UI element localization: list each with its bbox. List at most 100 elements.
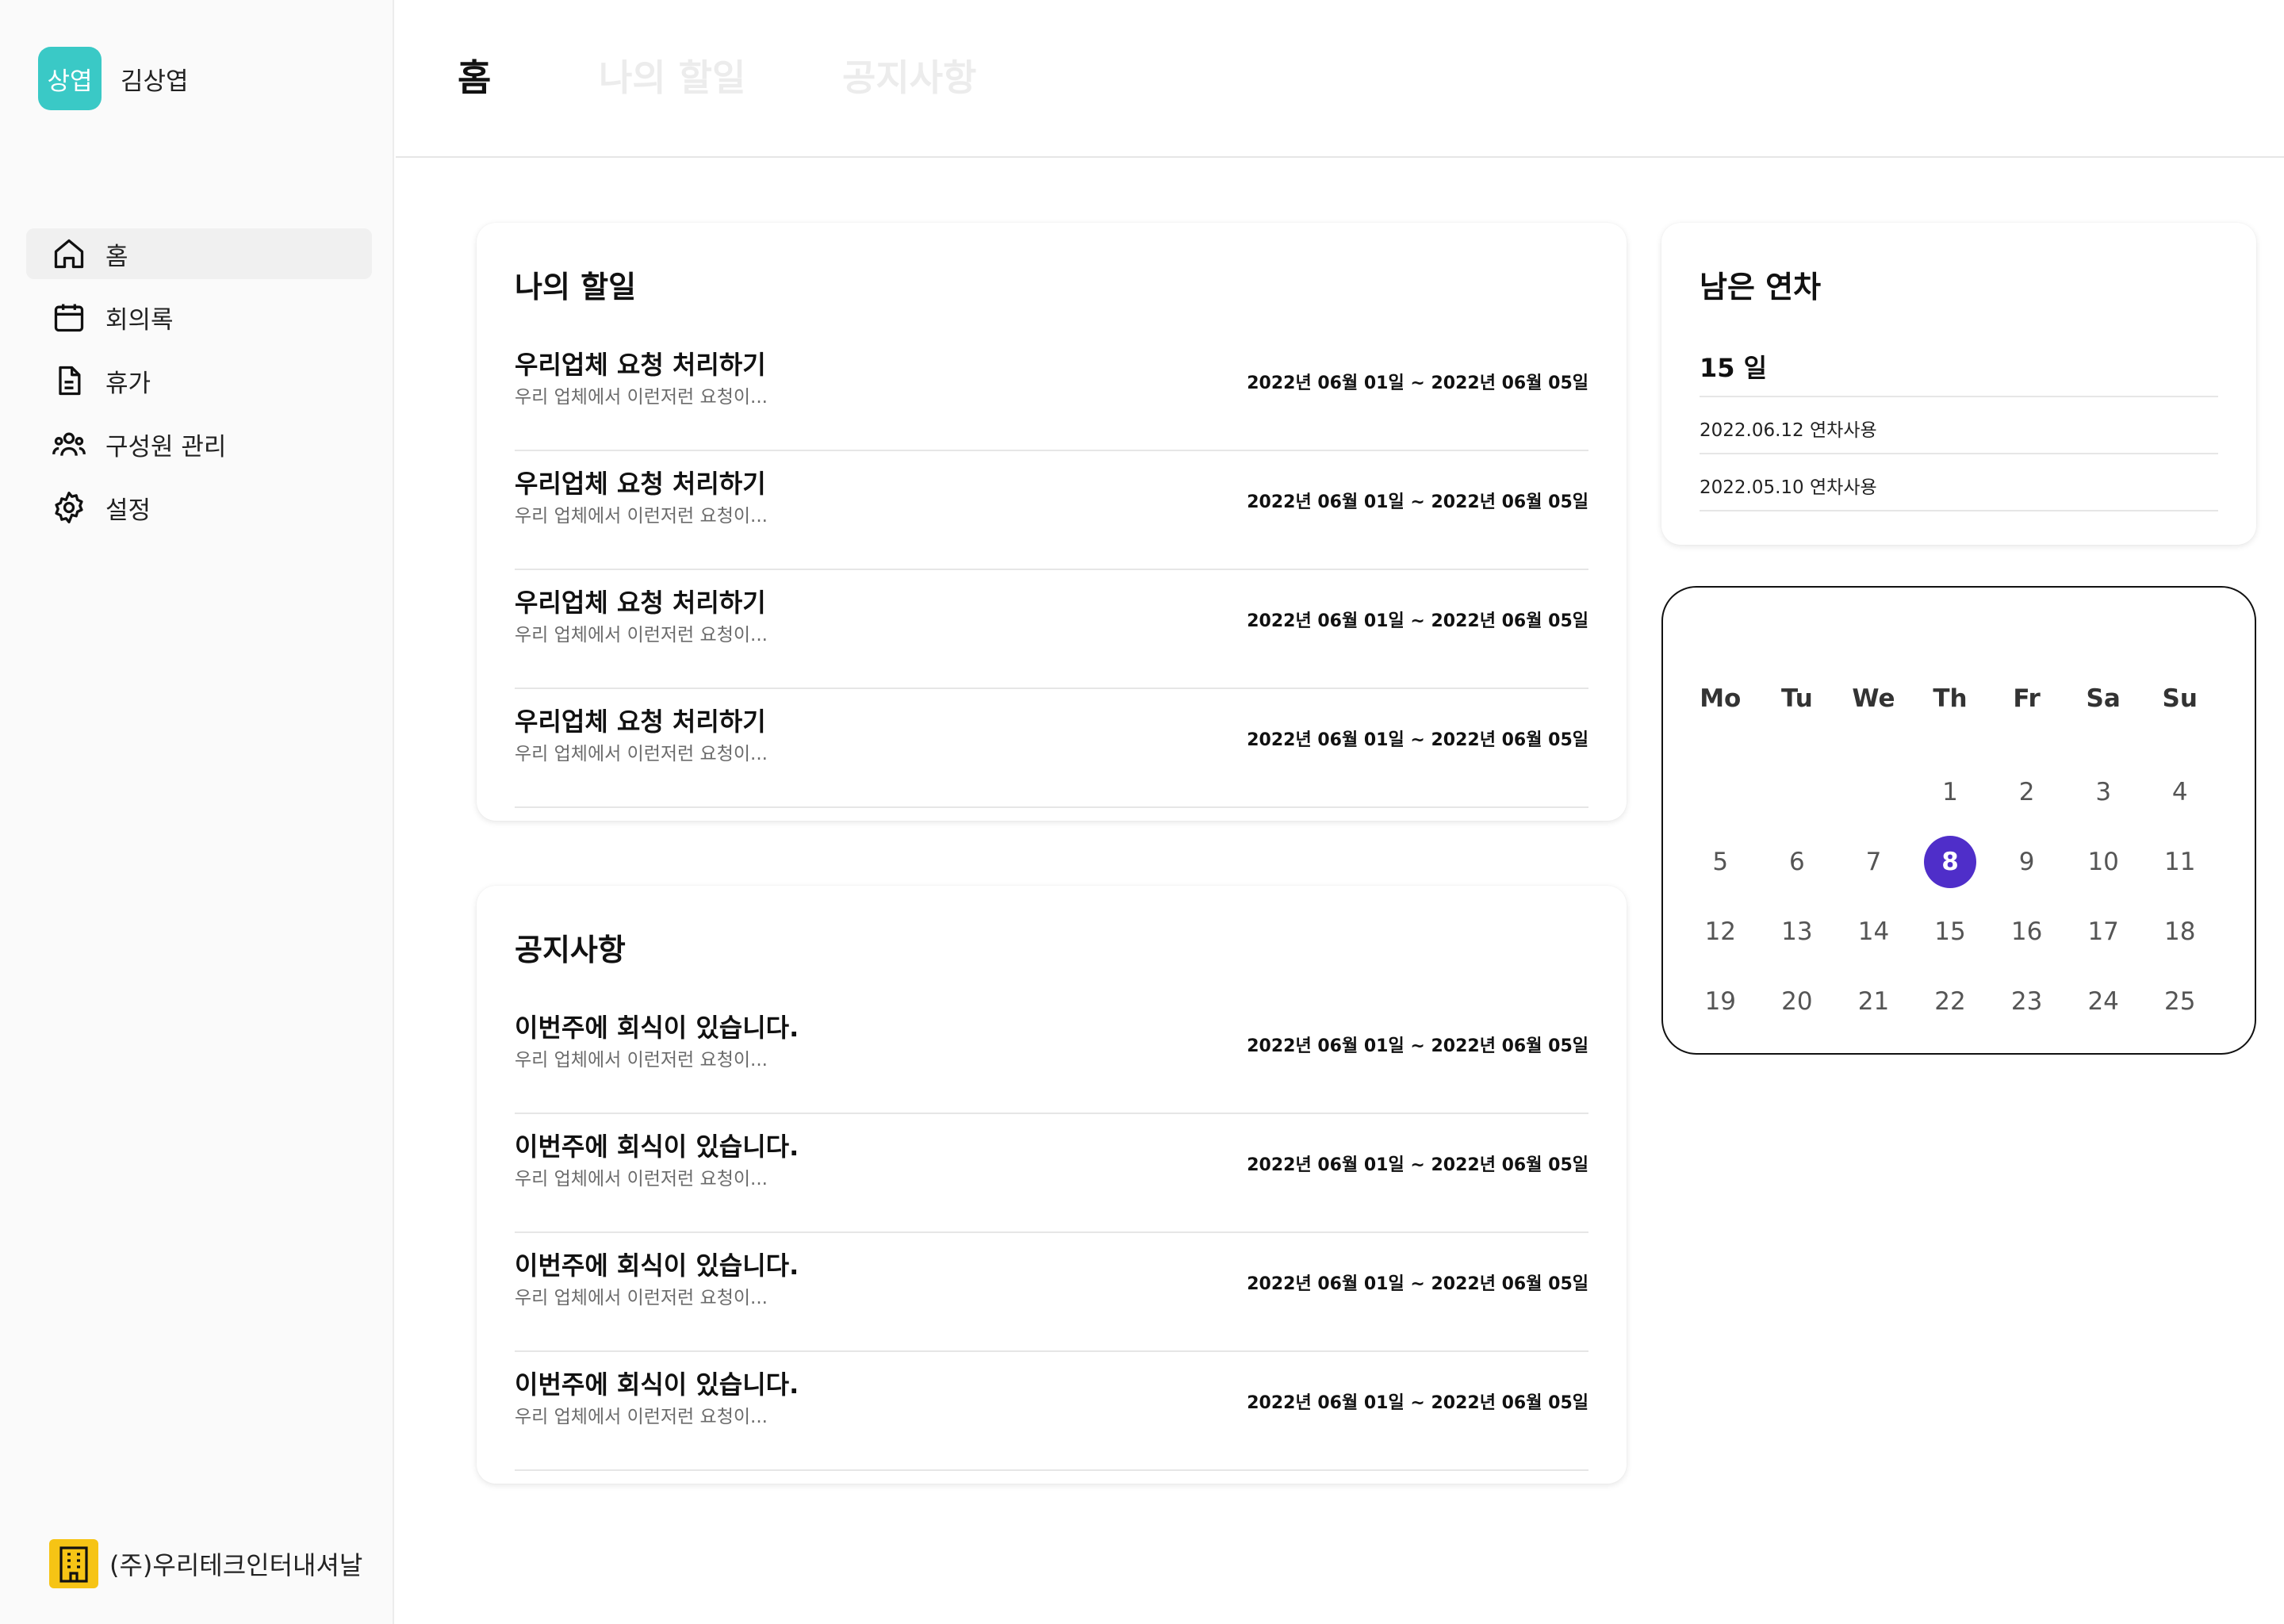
todo-item-date: 2022년 06월 01일 ~ 2022년 06월 05일 (1247, 373, 1588, 393)
notice-item-title: 이번주에 회식이 있습니다. (515, 1132, 799, 1162)
leave-history-text: 2022.05.10 연차사용 (1700, 477, 1877, 498)
profile[interactable]: 상엽 김상엽 (38, 47, 189, 110)
sidebar-item-label: 휴가 (105, 369, 151, 398)
calendar-icon (52, 300, 86, 335)
calendar-day (1835, 766, 1912, 818)
weekday-label: Th (1933, 684, 1968, 713)
sidebar-item-home[interactable]: 홈 (26, 228, 372, 279)
todo-item[interactable]: 우리업체 요청 처리하기 우리 업체에서 이런저런 요청이... 2022년 0… (515, 332, 1588, 451)
calendar-day[interactable]: 17 (2065, 906, 2142, 958)
notice-item-desc: 우리 업체에서 이런저런 요청이... (515, 1407, 768, 1427)
sidebar-item-vacation[interactable]: 휴가 (26, 355, 372, 406)
calendar-day[interactable]: 9 (1988, 836, 2065, 888)
todo-item[interactable]: 우리업체 요청 처리하기 우리 업체에서 이런저런 요청이... 2022년 0… (515, 689, 1588, 808)
sidebar-item-label: 홈 (105, 242, 128, 271)
top-tab-bar: 홈 나의 할일 공지사항 (396, 0, 2284, 158)
leave-remaining: 15 일 (1700, 353, 1768, 383)
selected-day-number: 8 (1924, 836, 1977, 888)
calendar-week: 12 13 14 15 16 17 18 (1682, 906, 2218, 958)
todo-item-title: 우리업체 요청 처리하기 (515, 350, 766, 380)
sidebar-item-label: 회의록 (105, 305, 174, 335)
notice-item-desc: 우리 업체에서 이런저런 요청이... (515, 1169, 768, 1189)
calendar-day-selected[interactable]: 8 (1912, 836, 1989, 888)
todo-item[interactable]: 우리업체 요청 처리하기 우리 업체에서 이런저런 요청이... 2022년 0… (515, 570, 1588, 689)
notice-list: 이번주에 회식이 있습니다. 우리 업체에서 이런저런 요청이... 2022년… (515, 995, 1588, 1471)
document-icon (52, 363, 86, 398)
calendar-day[interactable]: 24 (2065, 975, 2142, 1028)
calendar-day (1682, 766, 1759, 818)
sidebar-item-settings[interactable]: 설정 (26, 482, 372, 533)
calendar-day[interactable]: 12 (1682, 906, 1759, 958)
todo-item[interactable]: 우리업체 요청 처리하기 우리 업체에서 이런저런 요청이... 2022년 0… (515, 451, 1588, 570)
calendar-day[interactable]: 3 (2065, 766, 2142, 818)
calendar-day[interactable]: 2 (1988, 766, 2065, 818)
sidebar-item-label: 설정 (105, 496, 151, 525)
calendar-day[interactable]: 16 (1988, 906, 2065, 958)
notice-item-title: 이번주에 회식이 있습니다. (515, 1369, 799, 1400)
todo-item-desc: 우리 업체에서 이런저런 요청이... (515, 506, 768, 527)
sidebar-nav: 홈 회의록 휴가 구성원 관리 설정 (26, 228, 372, 546)
avatar: 상엽 (38, 47, 102, 110)
calendar-day[interactable]: 21 (1835, 975, 1912, 1028)
sidebar-item-members[interactable]: 구성원 관리 (26, 419, 372, 469)
weekday-label: Sa (2086, 684, 2121, 713)
notice-item-date: 2022년 06월 01일 ~ 2022년 06월 05일 (1247, 1393, 1588, 1413)
calendar-day[interactable]: 22 (1912, 975, 1989, 1028)
weekday-label: Su (2162, 684, 2198, 713)
notice-card-title: 공지사항 (515, 933, 626, 967)
todo-card-title: 나의 할일 (515, 270, 637, 304)
tab-home[interactable]: 홈 (458, 49, 491, 102)
sidebar: 상엽 김상엽 홈 회의록 휴가 구성원 관리 설정 (주)우리테크인터내셔날 (0, 0, 394, 1624)
notice-item[interactable]: 이번주에 회식이 있습니다. 우리 업체에서 이런저런 요청이... 2022년… (515, 1233, 1588, 1352)
todo-item-date: 2022년 06월 01일 ~ 2022년 06월 05일 (1247, 730, 1588, 750)
calendar-day[interactable]: 20 (1759, 975, 1836, 1028)
calendar-day[interactable]: 15 (1912, 906, 1989, 958)
calendar-day[interactable]: 11 (2141, 836, 2218, 888)
calendar-day[interactable]: 14 (1835, 906, 1912, 958)
calendar-day[interactable]: 13 (1759, 906, 1836, 958)
weekday-label: Tu (1780, 684, 1813, 713)
calendar-week: 1 2 3 4 (1682, 766, 2218, 818)
calendar-day[interactable]: 1 (1912, 766, 1989, 818)
calendar-day[interactable]: 23 (1988, 975, 2065, 1028)
calendar-day[interactable]: 25 (2141, 975, 2218, 1028)
sidebar-item-label: 구성원 관리 (105, 432, 227, 462)
calendar-day[interactable]: 4 (2141, 766, 2218, 818)
calendar-day[interactable]: 5 (1682, 836, 1759, 888)
notice-item-desc: 우리 업체에서 이런저런 요청이... (515, 1050, 768, 1071)
notice-item[interactable]: 이번주에 회식이 있습니다. 우리 업체에서 이런저런 요청이... 2022년… (515, 995, 1588, 1114)
calendar: Mo Tu We Th Fr Sa Su 1 2 3 4 5 6 7 8 9 1… (1661, 586, 2256, 1055)
notice-item-title: 이번주에 회식이 있습니다. (515, 1013, 799, 1043)
todo-item-date: 2022년 06월 01일 ~ 2022년 06월 05일 (1247, 492, 1588, 512)
leave-history: 2022.06.12 연차사용 2022.05.10 연차사용 (1700, 397, 2218, 511)
todo-item-title: 우리업체 요청 처리하기 (515, 588, 766, 618)
todo-item-desc: 우리 업체에서 이런저런 요청이... (515, 625, 768, 645)
sidebar-item-minutes[interactable]: 회의록 (26, 292, 372, 343)
todo-item-date: 2022년 06월 01일 ~ 2022년 06월 05일 (1247, 611, 1588, 631)
calendar-day[interactable]: 10 (2065, 836, 2142, 888)
weekday-label: We (1852, 684, 1895, 713)
calendar-weekday-header: Mo Tu We Th Fr Sa Su (1682, 684, 2218, 713)
leave-card-title: 남은 연차 (1700, 270, 1822, 304)
weekday-label: Mo (1700, 684, 1742, 713)
todo-item-desc: 우리 업체에서 이런저런 요청이... (515, 387, 768, 408)
calendar-day[interactable]: 7 (1835, 836, 1912, 888)
company[interactable]: (주)우리테크인터내셔날 (49, 1539, 362, 1588)
notice-item-date: 2022년 06월 01일 ~ 2022년 06월 05일 (1247, 1036, 1588, 1056)
notice-item-date: 2022년 06월 01일 ~ 2022년 06월 05일 (1247, 1274, 1588, 1294)
notice-item[interactable]: 이번주에 회식이 있습니다. 우리 업체에서 이런저런 요청이... 2022년… (515, 1114, 1588, 1233)
leave-history-text: 2022.06.12 연차사용 (1700, 420, 1877, 441)
leave-history-item: 2022.06.12 연차사용 (1700, 397, 2218, 454)
calendar-day[interactable]: 6 (1759, 836, 1836, 888)
weekday-label: Fr (2013, 684, 2041, 713)
todo-item-title: 우리업체 요청 처리하기 (515, 707, 766, 737)
todo-list: 우리업체 요청 처리하기 우리 업체에서 이런저런 요청이... 2022년 0… (515, 332, 1588, 808)
gear-icon (52, 490, 86, 525)
tab-notices[interactable]: 공지사항 (842, 49, 976, 102)
calendar-day[interactable]: 19 (1682, 975, 1759, 1028)
tab-my-tasks[interactable]: 나의 할일 (599, 49, 745, 102)
calendar-day[interactable]: 18 (2141, 906, 2218, 958)
calendar-week: 19 20 21 22 23 24 25 (1682, 975, 2218, 1028)
notice-item[interactable]: 이번주에 회식이 있습니다. 우리 업체에서 이런저런 요청이... 2022년… (515, 1352, 1588, 1471)
leave-card: 남은 연차 15 일 2022.06.12 연차사용 2022.05.10 연차… (1661, 223, 2256, 545)
